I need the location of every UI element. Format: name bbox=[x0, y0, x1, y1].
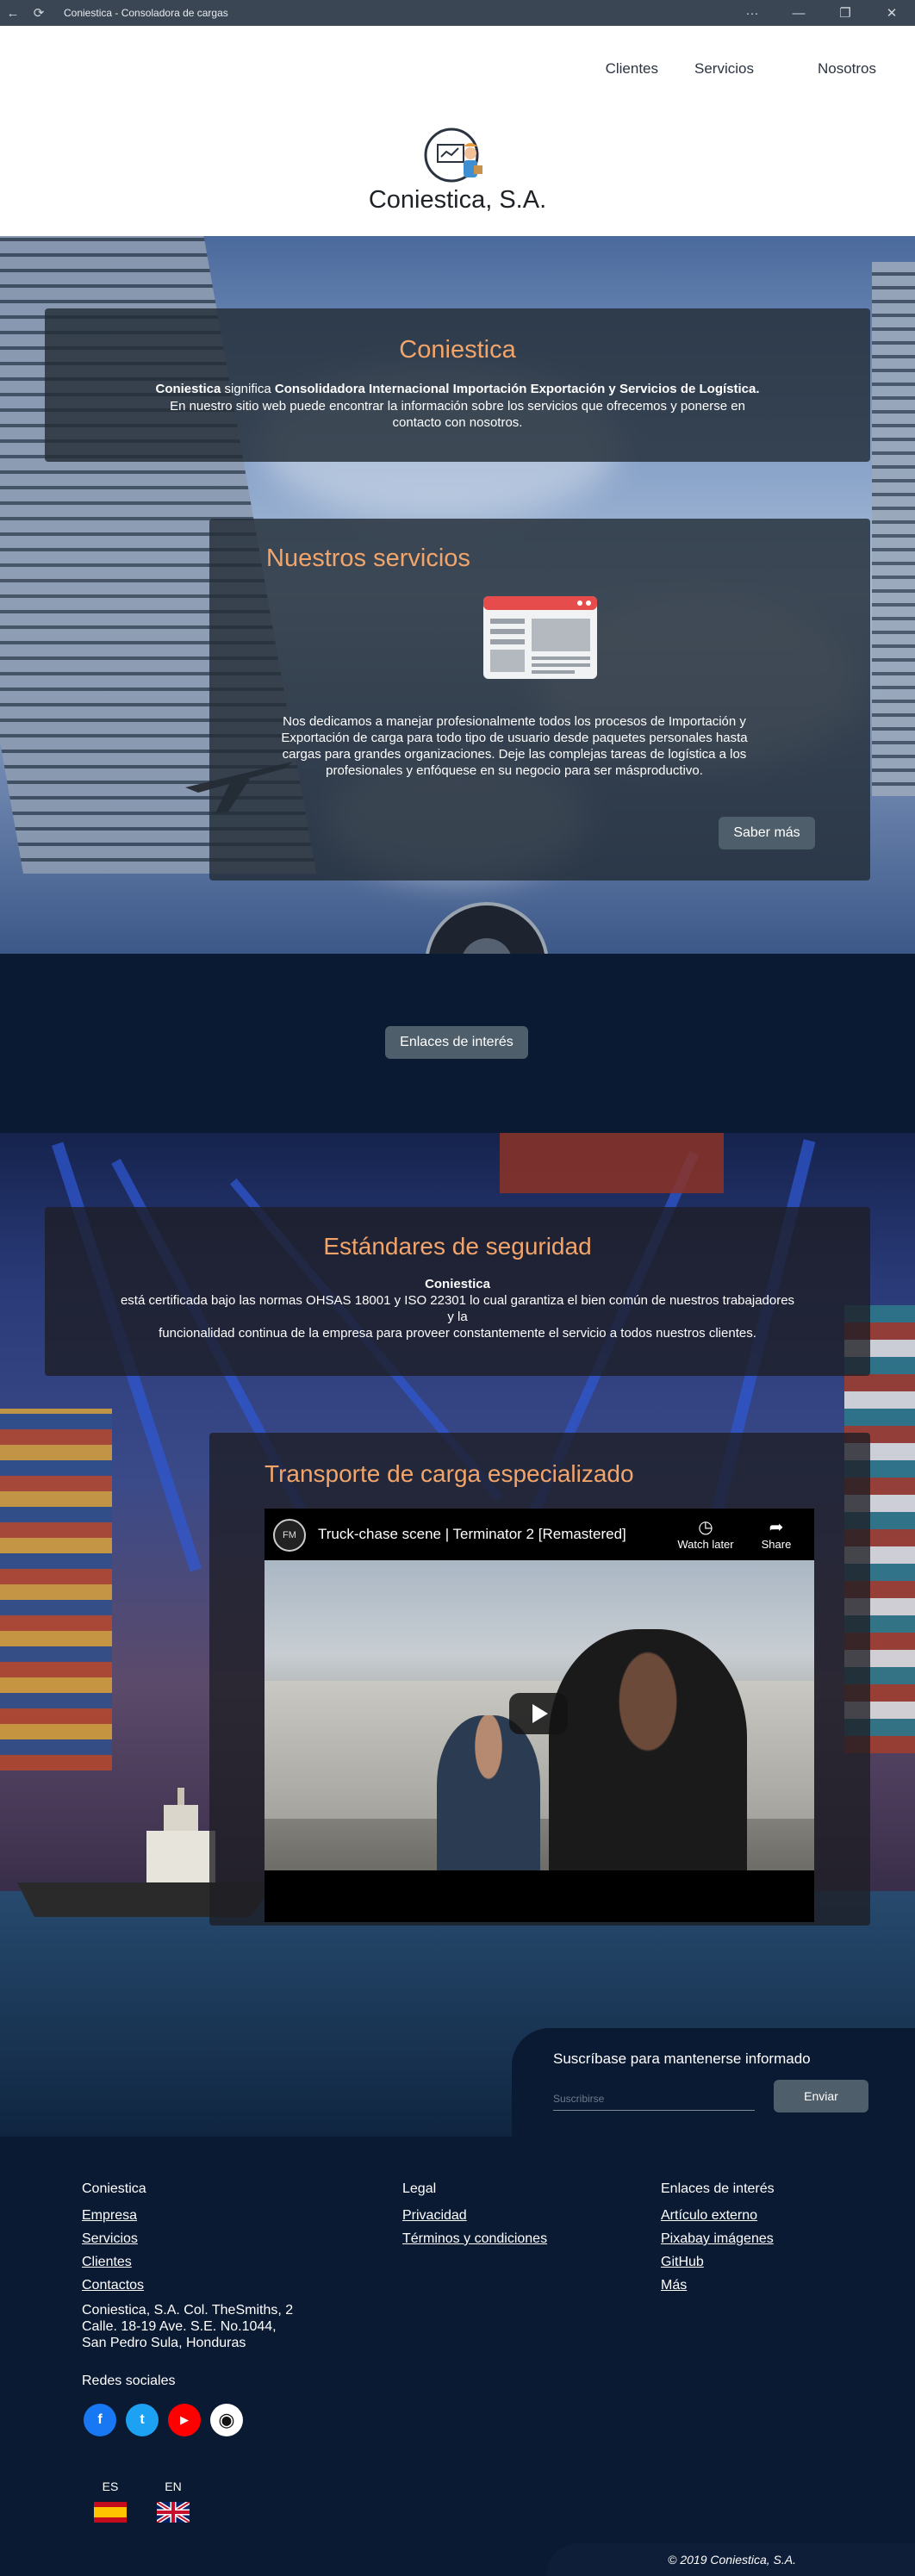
footer-link-privacidad[interactable]: Privacidad bbox=[402, 2204, 547, 2227]
lang-es[interactable]: ES bbox=[93, 2480, 128, 2525]
main-nav: Clientes Servicios Nosotros bbox=[570, 60, 876, 78]
twitter-icon[interactable]: t bbox=[126, 2404, 159, 2436]
security-title: Estándares de seguridad bbox=[323, 1233, 592, 1260]
minimize-button[interactable]: — bbox=[775, 0, 822, 26]
enviar-button[interactable]: Enviar bbox=[774, 2080, 868, 2112]
intro-meaning: Coniestica significa Consolidadora Inter… bbox=[155, 382, 760, 396]
footer-col-legal: Legal Privacidad Términos y condiciones bbox=[402, 2181, 547, 2250]
services-title: Nuestros servicios bbox=[266, 544, 470, 572]
video-title[interactable]: Truck-chase scene | Terminator 2 [Remast… bbox=[318, 1526, 626, 1543]
play-icon[interactable] bbox=[509, 1693, 568, 1734]
facebook-icon[interactable]: f bbox=[84, 2404, 116, 2436]
youtube-icon[interactable]: ▶ bbox=[168, 2404, 201, 2436]
browser-titlebar: ← ⟳ Coniestica - Consoladora de cargas ·… bbox=[0, 0, 915, 26]
more-menu-button[interactable]: ··· bbox=[729, 0, 775, 26]
port-section: Estándares de seguridad Coniestica está … bbox=[0, 1133, 915, 2137]
transport-title: Transporte de carga especializado bbox=[265, 1460, 634, 1487]
back-arrow-icon[interactable]: ← bbox=[0, 0, 26, 26]
footer-link-clientes[interactable]: Clientes bbox=[82, 2250, 293, 2274]
footer-link-pixabay[interactable]: Pixabay imágenes bbox=[661, 2227, 775, 2250]
footer-col-company: Coniestica Empresa Servicios Clientes Co… bbox=[82, 2181, 293, 2351]
enlaces-button[interactable]: Enlaces de interés bbox=[385, 1026, 528, 1059]
footer-link-empresa[interactable]: Empresa bbox=[82, 2204, 293, 2227]
security-card: Estándares de seguridad Coniestica está … bbox=[45, 1207, 870, 1376]
nav-clientes[interactable]: Clientes bbox=[606, 60, 658, 78]
footer-link-contactos[interactable]: Contactos bbox=[82, 2274, 293, 2297]
youtube-video-player[interactable]: FM Truck-chase scene | Terminator 2 [Rem… bbox=[265, 1509, 814, 1922]
clock-icon: ◷ bbox=[698, 1518, 713, 1537]
security-text: Coniestica está certificada bajo las nor… bbox=[120, 1277, 795, 1341]
saber-mas-button[interactable]: Saber más bbox=[719, 817, 815, 849]
subscribe-panel: Suscríbase para mantenerse informado Env… bbox=[512, 2028, 915, 2137]
social-title: Redes sociales bbox=[82, 2374, 176, 2388]
transport-card: Transporte de carga especializado FM Tru… bbox=[209, 1433, 870, 1926]
footer-col-title: Coniestica bbox=[82, 2181, 146, 2196]
window-title: Coniestica - Consoladora de cargas bbox=[64, 7, 228, 19]
restore-button[interactable]: ❐ bbox=[822, 0, 868, 26]
close-button[interactable]: ✕ bbox=[868, 0, 915, 26]
logo-icon bbox=[422, 122, 491, 191]
subscribe-title: Suscríbase para mantenerse informado bbox=[553, 2050, 811, 2067]
footer-col-links: Enlaces de interés Artículo externo Pixa… bbox=[661, 2181, 775, 2297]
spain-flag-icon[interactable] bbox=[94, 2502, 127, 2523]
social-icons: f t ▶ ◉ bbox=[84, 2404, 243, 2436]
services-text: Nos dedicamos a manejar profesionalmente… bbox=[281, 714, 748, 778]
nav-nosotros[interactable]: Nosotros bbox=[818, 60, 876, 78]
browser-window-icon bbox=[483, 596, 597, 679]
intro-card: Coniestica Coniestica significa Consolid… bbox=[45, 308, 870, 462]
building-image bbox=[872, 262, 915, 796]
nav-servicios[interactable]: Servicios bbox=[694, 60, 754, 78]
wheel-image bbox=[426, 902, 548, 954]
footer-col-title: Enlaces de interés bbox=[661, 2181, 775, 2196]
footer-link-github[interactable]: GitHub bbox=[661, 2250, 775, 2274]
footer-link-mas[interactable]: Más bbox=[661, 2274, 775, 2297]
intro-text: En nuestro sitio web puede encontrar la … bbox=[170, 399, 745, 430]
uk-flag-icon[interactable] bbox=[155, 2499, 191, 2525]
lang-en[interactable]: EN bbox=[155, 2480, 191, 2525]
subscribe-input[interactable] bbox=[553, 2087, 755, 2111]
share-button[interactable]: ➦ Share bbox=[744, 1517, 809, 1551]
footer-link-articulo[interactable]: Artículo externo bbox=[661, 2204, 775, 2227]
share-icon: ➦ bbox=[769, 1518, 784, 1537]
channel-avatar[interactable]: FM bbox=[273, 1519, 306, 1552]
lang-code: ES bbox=[102, 2480, 119, 2493]
brand-name: Coniestica, S.A. bbox=[368, 186, 547, 214]
site-header: Clientes Servicios Nosotros Coniestica, … bbox=[0, 26, 915, 236]
footer-col-title: Legal bbox=[402, 2181, 437, 2196]
services-card: Nuestros servicios Nos dedicamos a manej… bbox=[209, 519, 870, 880]
github-icon[interactable]: ◉ bbox=[210, 2404, 243, 2436]
footer-link-servicios[interactable]: Servicios bbox=[82, 2227, 293, 2250]
company-address: Coniestica, S.A. Col. TheSmiths, 2 Calle… bbox=[82, 2303, 294, 2350]
site-footer: Coniestica Empresa Servicios Clientes Co… bbox=[0, 2137, 915, 2576]
footer-link-terminos[interactable]: Términos y condiciones bbox=[402, 2227, 547, 2250]
video-header: FM Truck-chase scene | Terminator 2 [Rem… bbox=[265, 1509, 814, 1560]
video-thumbnail[interactable] bbox=[265, 1560, 814, 1870]
hero-section: Coniestica Coniestica significa Consolid… bbox=[0, 236, 915, 954]
intro-title: Coniestica bbox=[399, 336, 516, 364]
lang-code: EN bbox=[165, 2480, 182, 2493]
copyright: © 2019 Coniestica, S.A. bbox=[546, 2543, 915, 2576]
links-band: Enlaces de interés bbox=[0, 954, 915, 1133]
watch-later-button[interactable]: ◷ Watch later bbox=[673, 1517, 738, 1551]
refresh-icon[interactable]: ⟳ bbox=[26, 0, 52, 26]
